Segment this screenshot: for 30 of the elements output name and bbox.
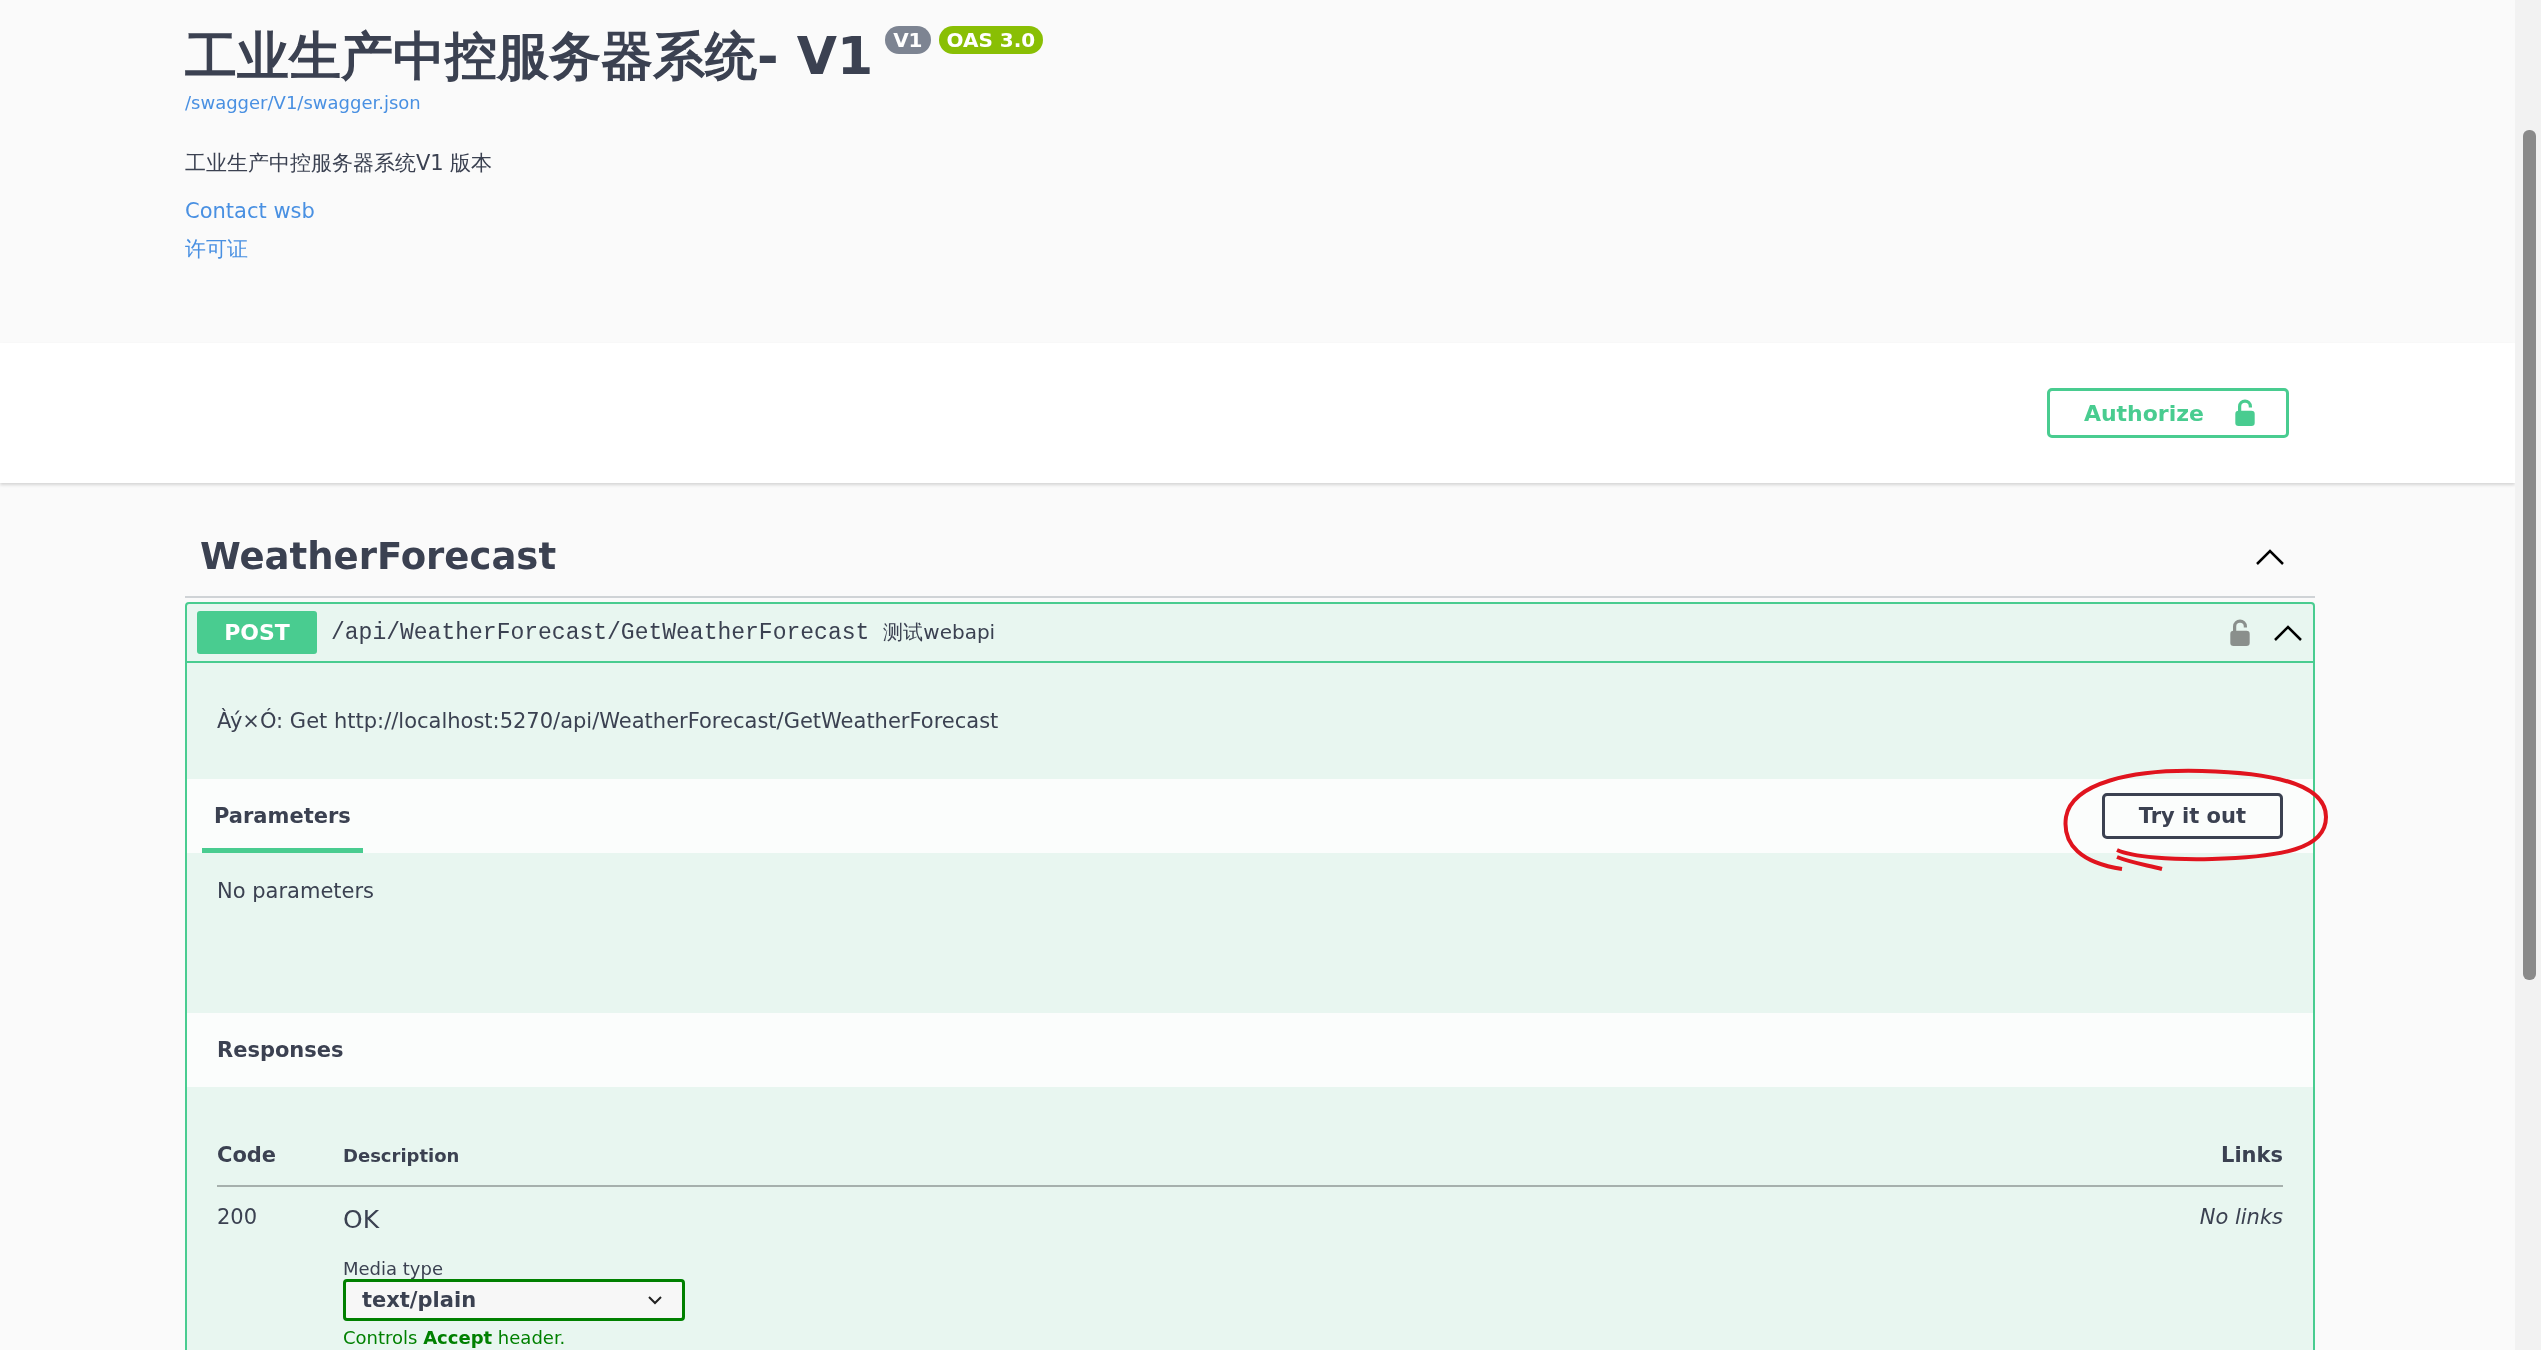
response-description: OK: [343, 1205, 381, 1234]
endpoint-path: /api/WeatherForecast/GetWeatherForecast: [331, 619, 870, 646]
lock-icon[interactable]: [2229, 618, 2251, 647]
responses-title: Responses: [216, 1038, 344, 1062]
parameters-tab[interactable]: Parameters: [202, 780, 363, 853]
chevron-up-icon[interactable]: [2273, 623, 2303, 642]
version-badge: OAS 3.0: [938, 26, 1044, 54]
operation-description: Àý×Ó: Get http://localhost:5270/api/WeatherForecast/GetWeatherForecast: [216, 707, 1000, 735]
column-header: Description: [343, 1144, 461, 1166]
scrollbar-thumb[interactable]: [2523, 130, 2536, 980]
api-title: 工业生产中控服务器系统- V1: [185, 25, 874, 88]
lock-icon: [2234, 399, 2256, 427]
media-type-select[interactable]: text/plain: [343, 1279, 685, 1321]
method-badge: POST: [197, 611, 317, 654]
no-parameters-text: No parameters: [216, 878, 376, 905]
operation-summary-bar[interactable]: POST /api/WeatherForecast/GetWeatherForecast 测试webapi: [187, 604, 2313, 663]
caret-icon: [648, 1295, 662, 1305]
media-type-label: Media type: [343, 1258, 444, 1279]
try-it-out-button[interactable]: Try it out: [2101, 793, 2283, 839]
controls-accept-note: Controls Accept header.: [343, 1327, 567, 1348]
endpoint-summary: 测试webapi: [883, 619, 996, 646]
column-header: Links: [2220, 1143, 2283, 1167]
response-code: 200: [217, 1205, 259, 1229]
column-header: Code: [217, 1143, 278, 1167]
chevron-up-icon[interactable]: [2255, 547, 2285, 566]
api-description: 工业生产中控服务器系统V1 版本: [185, 150, 494, 177]
section-header[interactable]: WeatherForecast: [185, 517, 2315, 598]
version-badge: V1: [885, 26, 931, 54]
links-text: No links: [2198, 1205, 2283, 1229]
section-title: WeatherForecast: [200, 535, 557, 578]
